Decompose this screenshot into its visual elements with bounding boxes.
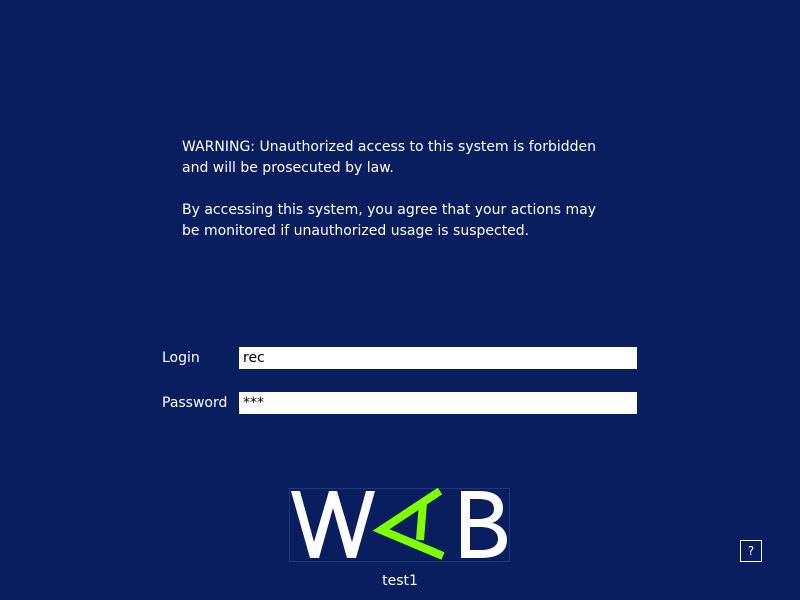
- warning-line-1: WARNING: Unauthorized access to this sys…: [182, 139, 597, 155]
- warning-line-3: By accessing this system, you agree that…: [182, 202, 597, 218]
- login-label: Login: [162, 350, 200, 366]
- help-button[interactable]: ?: [740, 540, 762, 562]
- password-input[interactable]: [239, 392, 637, 414]
- login-screen: WARNING: Unauthorized access to this sys…: [0, 0, 800, 600]
- warning-message: WARNING: Unauthorized access to this sys…: [182, 137, 642, 242]
- warning-line-4: be monitored if unauthorized usage is su…: [182, 223, 530, 239]
- wab-logo-icon: [289, 488, 510, 562]
- password-label: Password: [162, 395, 228, 411]
- hostname-label: test1: [382, 573, 418, 589]
- help-icon: ?: [747, 544, 755, 558]
- login-input[interactable]: [239, 347, 637, 369]
- warning-line-2: and will be prosecuted by law.: [182, 160, 394, 176]
